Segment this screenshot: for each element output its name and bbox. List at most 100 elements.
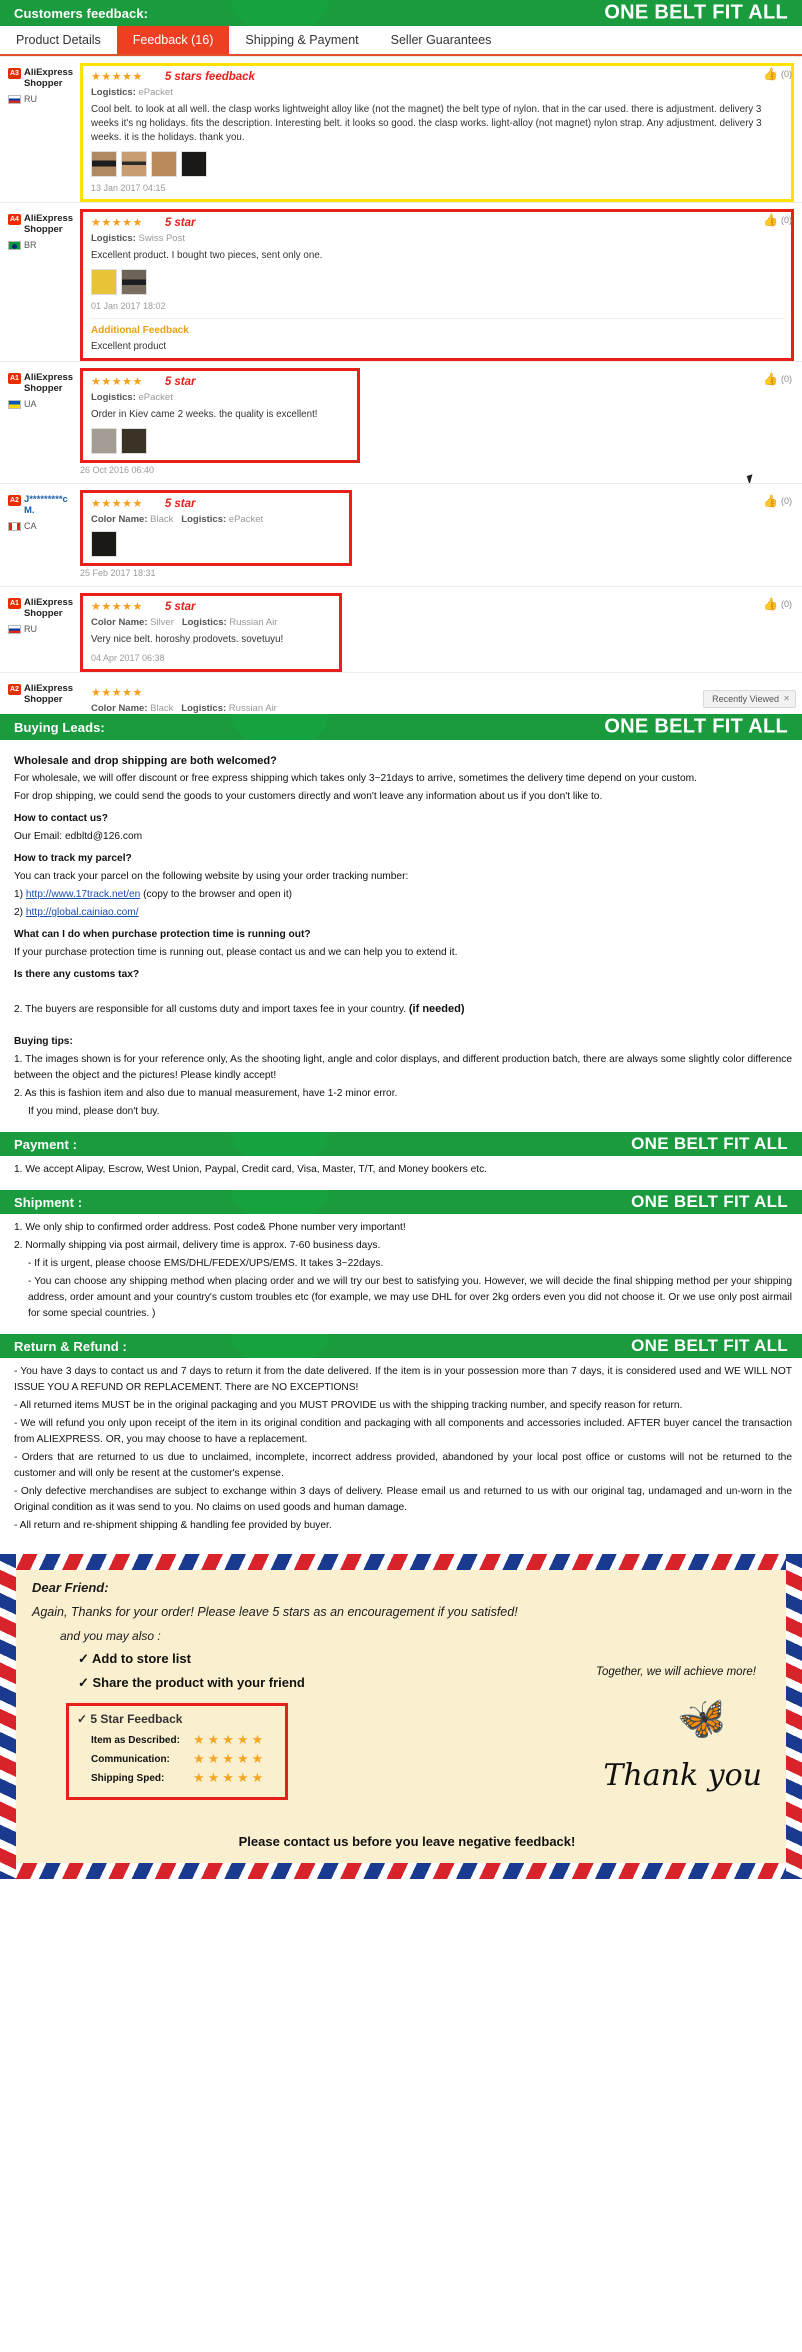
return-line-3: - We will refund you only upon receipt o… bbox=[14, 1418, 792, 1445]
rating-stars: ★★★★★ bbox=[193, 1770, 267, 1785]
reviewer-level-badge: A2 bbox=[8, 495, 21, 506]
helpful-button[interactable]: 👍 (0) bbox=[763, 597, 792, 611]
tab-bar: Product Details Feedback (16) Shipping &… bbox=[0, 26, 802, 56]
review-body: ★★★★★ 5 star Logistics: Swiss Post Excel… bbox=[80, 209, 794, 361]
review-body: ★★★★★ 5 star Color Name: Black Logistics… bbox=[80, 490, 352, 566]
product-page: Customers feedback: ONE BELT FIT ALL Pro… bbox=[0, 0, 802, 1879]
thumbs-up-icon[interactable]: 👍 bbox=[763, 213, 778, 227]
recently-viewed-pill[interactable]: Recently Viewed ✕ bbox=[703, 690, 796, 708]
list-marker-1: 1) bbox=[14, 889, 26, 900]
tab-seller-guarantees[interactable]: Seller Guarantees bbox=[375, 26, 508, 54]
question-track: How to track my parcel? bbox=[14, 853, 132, 864]
thumbs-up-icon[interactable]: 👍 bbox=[763, 372, 778, 386]
reviewer-info: A3 AliExpress Shopper RU bbox=[8, 63, 80, 202]
banner-customers-feedback: Customers feedback: ONE BELT FIT ALL bbox=[0, 0, 802, 26]
logistics-value: ePacket bbox=[138, 392, 173, 403]
return-line-6: - All return and re-shipment shipping & … bbox=[14, 1520, 332, 1531]
buying-leads-content: Wholesale and drop shipping are both wel… bbox=[0, 740, 802, 1132]
review-thumbnails[interactable] bbox=[91, 428, 351, 454]
helpful-button[interactable]: 👍 (0) bbox=[763, 372, 792, 386]
tracking-link-cainiao[interactable]: http://global.cainiao.com/ bbox=[26, 907, 139, 918]
shipment-line-3: - If it is urgent, please choose EMS/DHL… bbox=[28, 1258, 384, 1269]
reviewer-level-badge: A4 bbox=[8, 214, 21, 225]
review-photo[interactable] bbox=[121, 151, 147, 177]
helpful-button[interactable]: 👍 (0) bbox=[763, 67, 792, 81]
additional-feedback-title: Additional Feedback bbox=[91, 325, 189, 336]
ribbon-shape bbox=[230, 714, 330, 740]
color-label: Color Name: bbox=[91, 703, 148, 714]
reviewer-info: A4 AliExpress Shopper BR bbox=[8, 209, 80, 361]
may-also-label: and you may also : bbox=[60, 1629, 161, 1643]
buying-tips-title: Buying tips: bbox=[14, 1036, 73, 1047]
review-body: ★★★★★ Color Name: Black Logistics: Russi… bbox=[80, 679, 794, 714]
review-photo[interactable] bbox=[121, 428, 147, 454]
helpful-button[interactable]: 👍 (0) bbox=[763, 213, 792, 227]
answer-email: Our Email: edbltd@126.com bbox=[14, 831, 143, 842]
review-photo[interactable] bbox=[181, 151, 207, 177]
review-photo[interactable] bbox=[121, 269, 147, 295]
review-photo[interactable] bbox=[151, 151, 177, 177]
review-text: Very nice belt. horoshy prodovets. sovet… bbox=[91, 634, 284, 645]
tracking-link-17track[interactable]: http://www.17track.net/en bbox=[26, 889, 140, 900]
color-label: Color Name: bbox=[91, 514, 148, 525]
logistics-label: Logistics: bbox=[181, 703, 227, 714]
thank-you-content: Dear Friend: Again, Thanks for your orde… bbox=[32, 1580, 782, 1849]
return-line-5: - Only defective merchandises are subjec… bbox=[14, 1486, 792, 1513]
close-icon[interactable]: ✕ bbox=[783, 694, 790, 703]
reviewer-name: AliExpress Shopper bbox=[23, 683, 74, 705]
envelope-border-right-icon bbox=[786, 1554, 802, 1879]
reviewer-name[interactable]: J*********c M. bbox=[24, 494, 80, 516]
reviewer-info: A2 AliExpress Shopper bbox=[8, 679, 80, 708]
bullet-five-star-feedback: ✓ 5 Star Feedback bbox=[77, 1712, 183, 1726]
question-contact: How to contact us? bbox=[14, 813, 108, 824]
logistics-value: Swiss Post bbox=[138, 233, 185, 244]
review-photo[interactable] bbox=[91, 269, 117, 295]
banner-return-refund: Return & Refund : ONE BELT FIT ALL bbox=[0, 1334, 802, 1358]
banner-slogan: ONE BELT FIT ALL bbox=[631, 1192, 788, 1211]
review-meta: Color Name: Black Logistics: ePacket bbox=[91, 514, 343, 525]
tab-product-details[interactable]: Product Details bbox=[0, 26, 117, 54]
country-code: BR bbox=[24, 240, 37, 250]
answer-wholesale: For wholesale, we will offer discount or… bbox=[14, 773, 697, 784]
answer-customs-row: 2. The buyers are responsible for all cu… bbox=[14, 1001, 792, 1018]
country-code: CA bbox=[24, 521, 37, 531]
thumbs-up-icon[interactable]: 👍 bbox=[763, 597, 778, 611]
review-photo[interactable] bbox=[91, 531, 117, 557]
review-photo[interactable] bbox=[91, 428, 117, 454]
reviewer-info: A2 J*********c M. CA bbox=[8, 490, 80, 566]
thank-you-signature: Thank you bbox=[603, 1758, 762, 1793]
flag-ru-icon bbox=[8, 94, 21, 104]
envelope-border-top-icon bbox=[0, 1554, 802, 1570]
rating-row: Item as Described: ★★★★★ bbox=[91, 1732, 277, 1748]
banner-title: Customers feedback: bbox=[14, 5, 149, 21]
review-date: 01 Jan 2017 18:02 bbox=[91, 301, 166, 311]
review-date: 04 Apr 2017 06:38 bbox=[91, 653, 165, 663]
review-thumbnails[interactable] bbox=[91, 531, 343, 557]
thumbs-up-icon[interactable]: 👍 bbox=[763, 494, 778, 508]
review-text: Excellent product. I bought two pieces, … bbox=[91, 250, 323, 261]
reviewer-name: AliExpress Shopper bbox=[23, 67, 74, 89]
logistics-label: Logistics: bbox=[91, 392, 136, 403]
review-thumbnails[interactable] bbox=[91, 269, 785, 295]
helpful-button[interactable]: 👍 (0) bbox=[763, 494, 792, 508]
banner-title: Payment : bbox=[14, 1136, 78, 1152]
review-thumbnails[interactable] bbox=[91, 151, 785, 177]
buying-tip-2: 2. As this is fashion item and also due … bbox=[14, 1088, 398, 1099]
flag-ru-icon bbox=[8, 624, 21, 634]
rating-stars: ★★★★★ bbox=[91, 71, 143, 83]
tab-feedback[interactable]: Feedback (16) bbox=[116, 26, 230, 54]
greeting: Dear Friend: bbox=[32, 1580, 109, 1595]
tab-shipping-payment[interactable]: Shipping & Payment bbox=[229, 26, 374, 54]
envelope-border-bottom-icon bbox=[0, 1863, 802, 1879]
review-photo[interactable] bbox=[91, 151, 117, 177]
rating-stars: ★★★★★ bbox=[91, 687, 143, 699]
review-body: ★★★★★ 5 stars feedback Logistics: ePacke… bbox=[80, 63, 794, 202]
banner-slogan: ONE BELT FIT ALL bbox=[631, 1134, 788, 1153]
review-item: A1 AliExpress Shopper UA ★★★★★ 5 star Lo… bbox=[0, 361, 802, 463]
thumbs-up-icon[interactable]: 👍 bbox=[763, 67, 778, 81]
ribbon-shape bbox=[230, 1190, 330, 1214]
banner-buying-leads: Buying Leads: ONE BELT FIT ALL bbox=[0, 714, 802, 740]
ribbon-shape bbox=[230, 1132, 330, 1156]
banner-title: Buying Leads: bbox=[14, 719, 105, 735]
additional-feedback-text: Excellent product bbox=[91, 341, 167, 352]
